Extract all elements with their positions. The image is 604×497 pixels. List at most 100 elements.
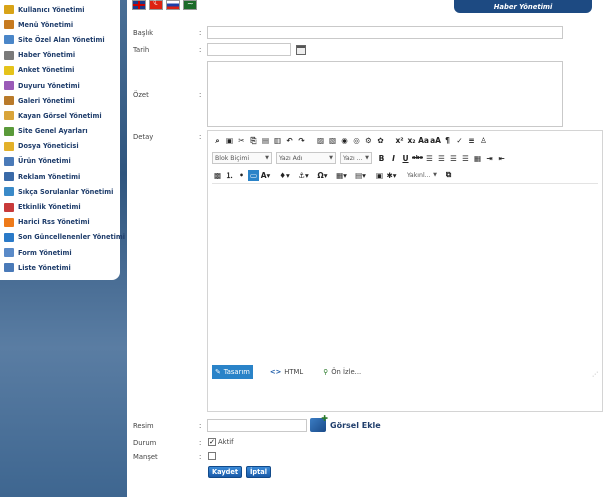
background-color-icon[interactable]: ♦▾	[279, 170, 290, 181]
align-right-icon[interactable]: ☰	[448, 153, 459, 164]
redo-icon[interactable]: ↷	[296, 135, 307, 146]
paste-icon[interactable]: ▤	[260, 135, 271, 146]
sidebar-item[interactable]: Liste Yönetimi	[0, 260, 120, 275]
font-name-select[interactable]: Yazı Adı ▼	[276, 152, 336, 164]
image-manager-icon[interactable]: ▧	[327, 135, 338, 146]
block-format-select[interactable]: Blok Biçimi ▼	[212, 152, 272, 164]
sidebar-item[interactable]: Kullanıcı Yönetimi	[0, 2, 120, 17]
template-icon[interactable]: ✿	[375, 135, 386, 146]
align-icon[interactable]: ≡	[466, 135, 477, 146]
sidebar-item[interactable]: Haber Yönetimi	[0, 48, 120, 63]
colon: :	[199, 29, 202, 37]
editor-content-area[interactable]	[212, 183, 598, 363]
pencil-icon: ✎	[215, 368, 221, 376]
resize-handle-icon[interactable]: ⋰	[592, 371, 598, 378]
media-icon[interactable]: ◎	[351, 135, 362, 146]
media-insert-icon[interactable]: ▣	[374, 170, 385, 181]
sidebar-item[interactable]: Kayan Görsel Yönetimi	[0, 108, 120, 123]
sidebar-item[interactable]: Reklam Yönetimi	[0, 169, 120, 184]
design-mode-tab[interactable]: ✎ Tasarım	[212, 365, 253, 379]
select-all-icon[interactable]: ▣	[224, 135, 235, 146]
superscript-icon[interactable]: x²	[394, 135, 405, 146]
sidebar-item[interactable]: Son Güncellenenler Yönetimi	[0, 230, 125, 245]
link-icon[interactable]: ⚓▾	[298, 170, 309, 181]
sidebar-item[interactable]: Site Özel Alan Yönetimi	[0, 32, 120, 47]
zoom-select[interactable]: Yakınl... ▼	[405, 169, 439, 181]
html-mode-tab[interactable]: <> HTML	[267, 365, 306, 379]
sidebar-item[interactable]: Sıkça Sorulanlar Yönetimi	[0, 184, 120, 199]
image-icon[interactable]: ▨	[315, 135, 326, 146]
insert-image-icon[interactable]: ▩	[212, 170, 223, 181]
russia-flag-icon[interactable]	[166, 0, 180, 10]
sidebar-item[interactable]: Anket Yönetimi	[0, 63, 120, 78]
outdent-icon[interactable]: ⇤	[496, 153, 507, 164]
baslik-input[interactable]	[207, 26, 563, 39]
document-icon[interactable]: ⚙	[363, 135, 374, 146]
manset-checkbox[interactable]	[208, 452, 216, 460]
fullscreen-icon[interactable]: ⧉	[443, 170, 454, 181]
sidebar-item[interactable]: Harici Rss Yönetimi	[0, 215, 120, 230]
indent-icon[interactable]: ⇥	[484, 153, 495, 164]
manset-label: Manşet	[133, 453, 158, 461]
sidebar-item-label: Kayan Görsel Yönetimi	[18, 111, 102, 120]
calendar-icon[interactable]	[296, 45, 306, 55]
table-props-icon[interactable]: ▤▾	[355, 170, 366, 181]
symbol-icon[interactable]: Ω▾	[317, 170, 328, 181]
cut-icon[interactable]: ✂	[236, 135, 247, 146]
sidebar-item[interactable]: Form Yönetimi	[0, 245, 120, 260]
saudi-flag-icon[interactable]	[183, 0, 197, 10]
font-size-select[interactable]: Yazı ... ▼	[340, 152, 372, 164]
flash-icon[interactable]: ◉	[339, 135, 350, 146]
add-image-button[interactable]: Görsel Ekle	[310, 414, 381, 432]
help-icon	[4, 187, 14, 197]
paragraph-icon[interactable]: ¶	[442, 135, 453, 146]
toolbar-row-3: ▩ ⒈ • ▭ A▾ ♦▾ ⚓▾ Ω▾ ▦▾ ▤▾ ▣ ✱▾ Yakınl...…	[212, 169, 454, 181]
save-button[interactable]: Kaydet	[208, 466, 242, 478]
sidebar-item[interactable]: Etkinlik Yönetimi	[0, 199, 120, 214]
sidebar-item-label: Kullanıcı Yönetimi	[18, 5, 85, 14]
ordered-list-icon[interactable]: ⒈	[224, 170, 235, 181]
bold-button[interactable]: B	[376, 153, 387, 164]
resim-input[interactable]	[207, 419, 307, 432]
tools-icon[interactable]: ✱▾	[386, 170, 397, 181]
resim-label: Resim	[133, 422, 154, 430]
tarih-label: Tarih	[133, 46, 150, 54]
strike-case-icon[interactable]: aA	[430, 135, 441, 146]
ozet-textarea[interactable]	[207, 61, 563, 127]
pattern-icon[interactable]: ▦	[472, 153, 483, 164]
turkey-flag-icon[interactable]	[149, 0, 163, 10]
sidebar-item-label: Duyuru Yönetimi	[18, 81, 80, 90]
strikethrough-button[interactable]: abc	[412, 153, 423, 164]
sidebar-item[interactable]: Ürün Yönetimi	[0, 154, 120, 169]
tarih-input[interactable]	[207, 43, 291, 56]
clean-icon[interactable]: ♙	[478, 135, 489, 146]
italic-button[interactable]: I	[388, 153, 399, 164]
sidebar-item[interactable]: Galeri Yönetimi	[0, 93, 120, 108]
uk-flag-icon[interactable]	[132, 0, 146, 10]
bullet-list-icon[interactable]: •	[236, 170, 247, 181]
folder-icon	[4, 141, 14, 151]
align-center-icon[interactable]: ☰	[436, 153, 447, 164]
case-icon[interactable]: Aa	[418, 135, 429, 146]
sidebar-item-label: Form Yönetimi	[18, 248, 72, 257]
font-color-icon[interactable]: A▾	[260, 170, 271, 181]
subscript-icon[interactable]: x₂	[406, 135, 417, 146]
sidebar-item[interactable]: Duyuru Yönetimi	[0, 78, 120, 93]
preview-mode-label: Ön İzle...	[331, 368, 362, 376]
preview-mode-tab[interactable]: ⚲ Ön İzle...	[320, 365, 364, 379]
table-icon[interactable]: ▦▾	[336, 170, 347, 181]
find-icon[interactable]: ⌕	[212, 135, 223, 146]
copy-icon[interactable]: ⎘	[248, 135, 259, 146]
undo-icon[interactable]: ↶	[284, 135, 295, 146]
cancel-button[interactable]: İptal	[246, 466, 271, 478]
sidebar-item[interactable]: Site Genel Ayarları	[0, 124, 120, 139]
sidebar-item[interactable]: Dosya Yöneticisi	[0, 139, 120, 154]
spell-icon[interactable]: ✓	[454, 135, 465, 146]
sidebar-item[interactable]: Menü Yönetimi	[0, 17, 120, 32]
paste-text-icon[interactable]: ▥	[272, 135, 283, 146]
underline-button[interactable]: U	[400, 153, 411, 164]
align-left-icon[interactable]: ☰	[424, 153, 435, 164]
aktif-checkbox[interactable]: ✓	[208, 438, 216, 446]
active-format-icon[interactable]: ▭	[248, 169, 259, 181]
align-justify-icon[interactable]: ☰	[460, 153, 471, 164]
